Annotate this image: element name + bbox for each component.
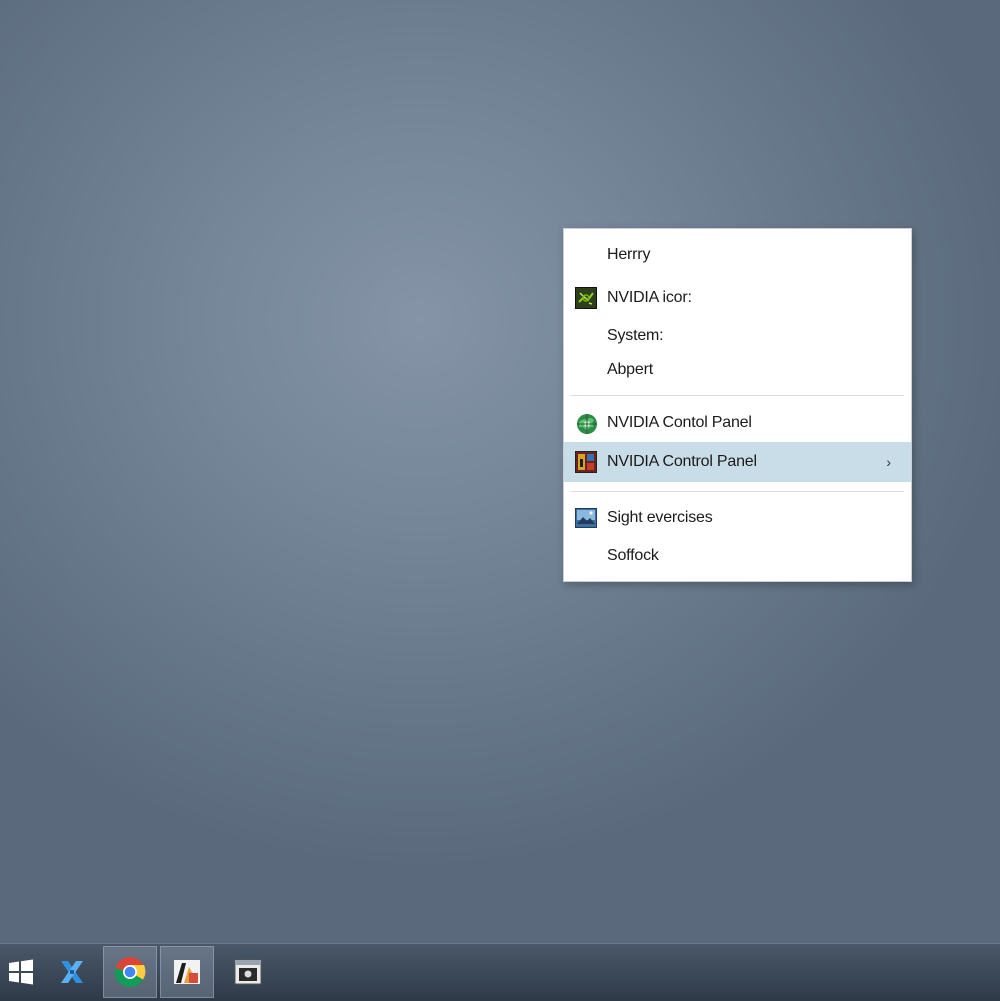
picture-icon — [575, 507, 597, 529]
menu-item-label: NVIDIA Contol Panel — [607, 414, 752, 431]
menu-item-label: Herrry — [607, 246, 651, 263]
pinned-app-blue-x[interactable] — [45, 946, 99, 998]
chevron-right-icon: › — [886, 454, 891, 470]
context-menu: Herrry NVIDIA icor: System: Abpert NVIDI… — [563, 228, 912, 582]
menu-item-nvidia-contol-panel[interactable]: NVIDIA Contol Panel — [564, 405, 911, 441]
menu-item-system[interactable]: System: — [564, 318, 911, 354]
menu-item-soffock[interactable]: Soffock — [564, 538, 911, 574]
nvidia-globe-icon — [575, 412, 597, 434]
menu-item-label: Abpert — [607, 361, 653, 378]
taskbar — [0, 943, 1000, 1001]
nvidia-logo-icon — [575, 287, 597, 309]
window-app-button[interactable] — [221, 946, 275, 998]
chrome-button[interactable] — [103, 946, 157, 998]
menu-item-label: Soffock — [607, 547, 659, 564]
menu-item-nvidia-control-panel[interactable]: NVIDIA Control Panel › — [564, 442, 911, 482]
menu-item-label: System: — [607, 327, 664, 344]
start-button[interactable] — [0, 946, 48, 998]
menu-item-abpert[interactable]: Abpert — [564, 352, 911, 388]
menu-item-label: NVIDIA Control Panel — [607, 453, 757, 470]
menu-item-herrry[interactable]: Herrry — [564, 237, 911, 273]
menu-item-label: NVIDIA icor: — [607, 289, 692, 306]
menu-item-sight-evercises[interactable]: Sight evercises — [564, 500, 911, 536]
menu-separator — [571, 491, 904, 492]
nvidia-control-panel-icon — [575, 451, 597, 473]
image-app-button[interactable] — [160, 946, 214, 998]
menu-separator — [571, 395, 904, 396]
menu-item-label: Sight evercises — [607, 509, 713, 526]
menu-item-nvidia-icon[interactable]: NVIDIA icor: — [564, 280, 911, 316]
